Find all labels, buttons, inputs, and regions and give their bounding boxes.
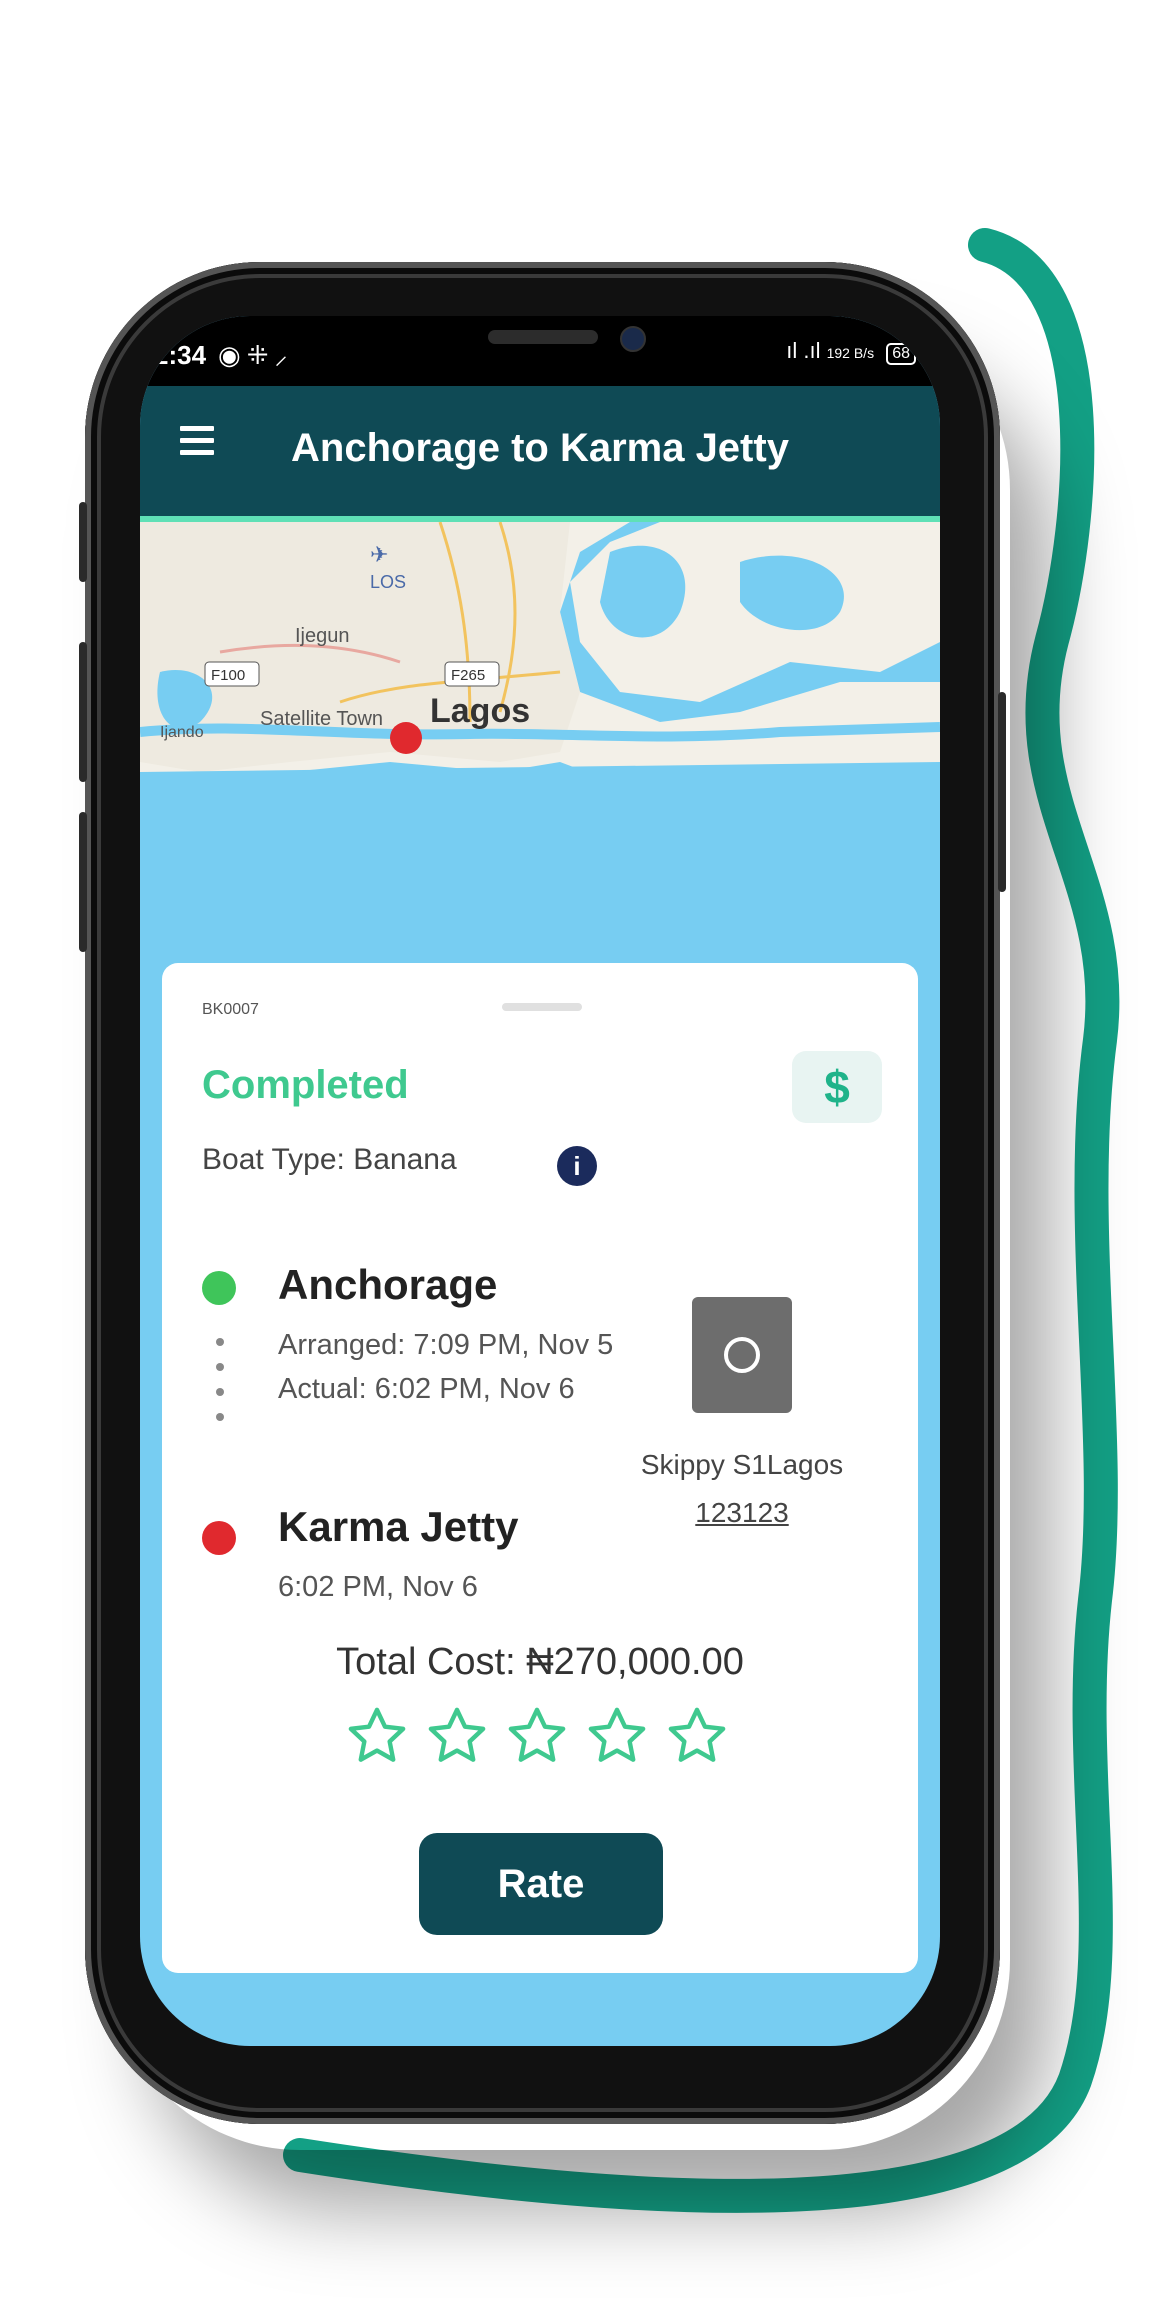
location-marker-icon[interactable] — [390, 722, 422, 754]
speaker-notch — [488, 330, 598, 344]
map-label-ijando: Ijando — [160, 724, 204, 741]
origin-arranged-time: Arranged: 7:09 PM, Nov 5 — [278, 1329, 614, 1361]
star-icon[interactable] — [424, 1703, 490, 1769]
star-icon[interactable] — [344, 1703, 410, 1769]
phone-screen: 2:34 ◉⁜⸝ ıl .ıl 192 B/s 68 Anchorage to … — [140, 316, 940, 2046]
trip-details-card: BK0007 Completed $ Boat Type: Banana i A… — [162, 963, 918, 1973]
destination-name: Karma Jetty — [278, 1503, 519, 1550]
payment-button[interactable]: $ — [792, 1051, 882, 1123]
mute-switch — [79, 502, 87, 582]
whatsapp-icon: ◉ — [218, 340, 247, 370]
network-speed: 192 B/s — [826, 345, 875, 361]
airport-icon: ✈ — [370, 542, 388, 567]
trip-status: Completed — [202, 1063, 409, 1107]
map-label-lagos: Lagos — [430, 692, 530, 730]
status-right: ıl .ıl 192 B/s 68 — [786, 338, 916, 365]
route-dot — [216, 1413, 224, 1421]
info-icon[interactable]: i — [557, 1146, 597, 1186]
user-icon — [724, 1337, 760, 1373]
booking-id: BK0007 — [202, 1001, 259, 1018]
hammer-icon: ⸝ — [274, 340, 294, 370]
volume-down-button — [79, 812, 87, 952]
notification-icons: ◉⁜⸝ — [218, 336, 294, 372]
slack-icon: ⁜ — [246, 340, 275, 370]
star-icon[interactable] — [504, 1703, 570, 1769]
total-cost: Total Cost: ₦270,000.00 — [336, 1641, 744, 1683]
rate-button[interactable]: Rate — [419, 1833, 663, 1935]
page-title: Anchorage to Karma Jetty — [291, 426, 789, 470]
route-dot — [216, 1338, 224, 1346]
boat-type: Boat Type: Banana — [202, 1143, 457, 1176]
rating-stars[interactable] — [344, 1703, 744, 1773]
map-label-ijegun: Ijegun — [295, 625, 350, 647]
status-bar: 2:34 ◉⁜⸝ ıl .ıl 192 B/s 68 — [140, 316, 940, 386]
front-camera — [620, 326, 646, 352]
volume-up-button — [79, 642, 87, 782]
status-time: 2:34 — [154, 340, 207, 370]
drag-handle[interactable] — [502, 1003, 582, 1011]
map-label-airport: LOS — [370, 572, 406, 592]
signal-icon: ıl .ıl — [786, 338, 821, 363]
route-dot — [216, 1388, 224, 1396]
origin-marker-icon — [202, 1271, 236, 1305]
skipper-name: Skippy S1Lagos — [640, 1449, 844, 1480]
map-label-road-f100: F100 — [211, 667, 245, 684]
skipper-avatar[interactable] — [692, 1297, 792, 1413]
map-label-road-f265: F265 — [451, 667, 485, 684]
battery-icon: 68 — [886, 343, 916, 365]
star-icon[interactable] — [584, 1703, 650, 1769]
app-header: Anchorage to Karma Jetty — [140, 386, 940, 522]
star-icon[interactable] — [664, 1703, 730, 1769]
map-label-satellite-town: Satellite Town — [260, 708, 383, 730]
route-dot — [216, 1363, 224, 1371]
destination-time: 6:02 PM, Nov 6 — [278, 1571, 478, 1603]
info-icon-glyph: i — [573, 1151, 581, 1181]
power-button — [998, 692, 1006, 892]
destination-marker-icon — [202, 1521, 236, 1555]
map-canvas[interactable]: ✈ LOS Ijegun F100 F265 Satellite Town Ij… — [140, 522, 940, 962]
skipper-phone-link[interactable]: 123123 — [602, 1497, 882, 1529]
dollar-icon: $ — [824, 1061, 850, 1113]
route-map[interactable]: ✈ LOS Ijegun F100 F265 Satellite Town Ij… — [140, 522, 940, 962]
origin-actual-time: Actual: 6:02 PM, Nov 6 — [278, 1373, 575, 1405]
origin-name: Anchorage — [278, 1261, 498, 1308]
